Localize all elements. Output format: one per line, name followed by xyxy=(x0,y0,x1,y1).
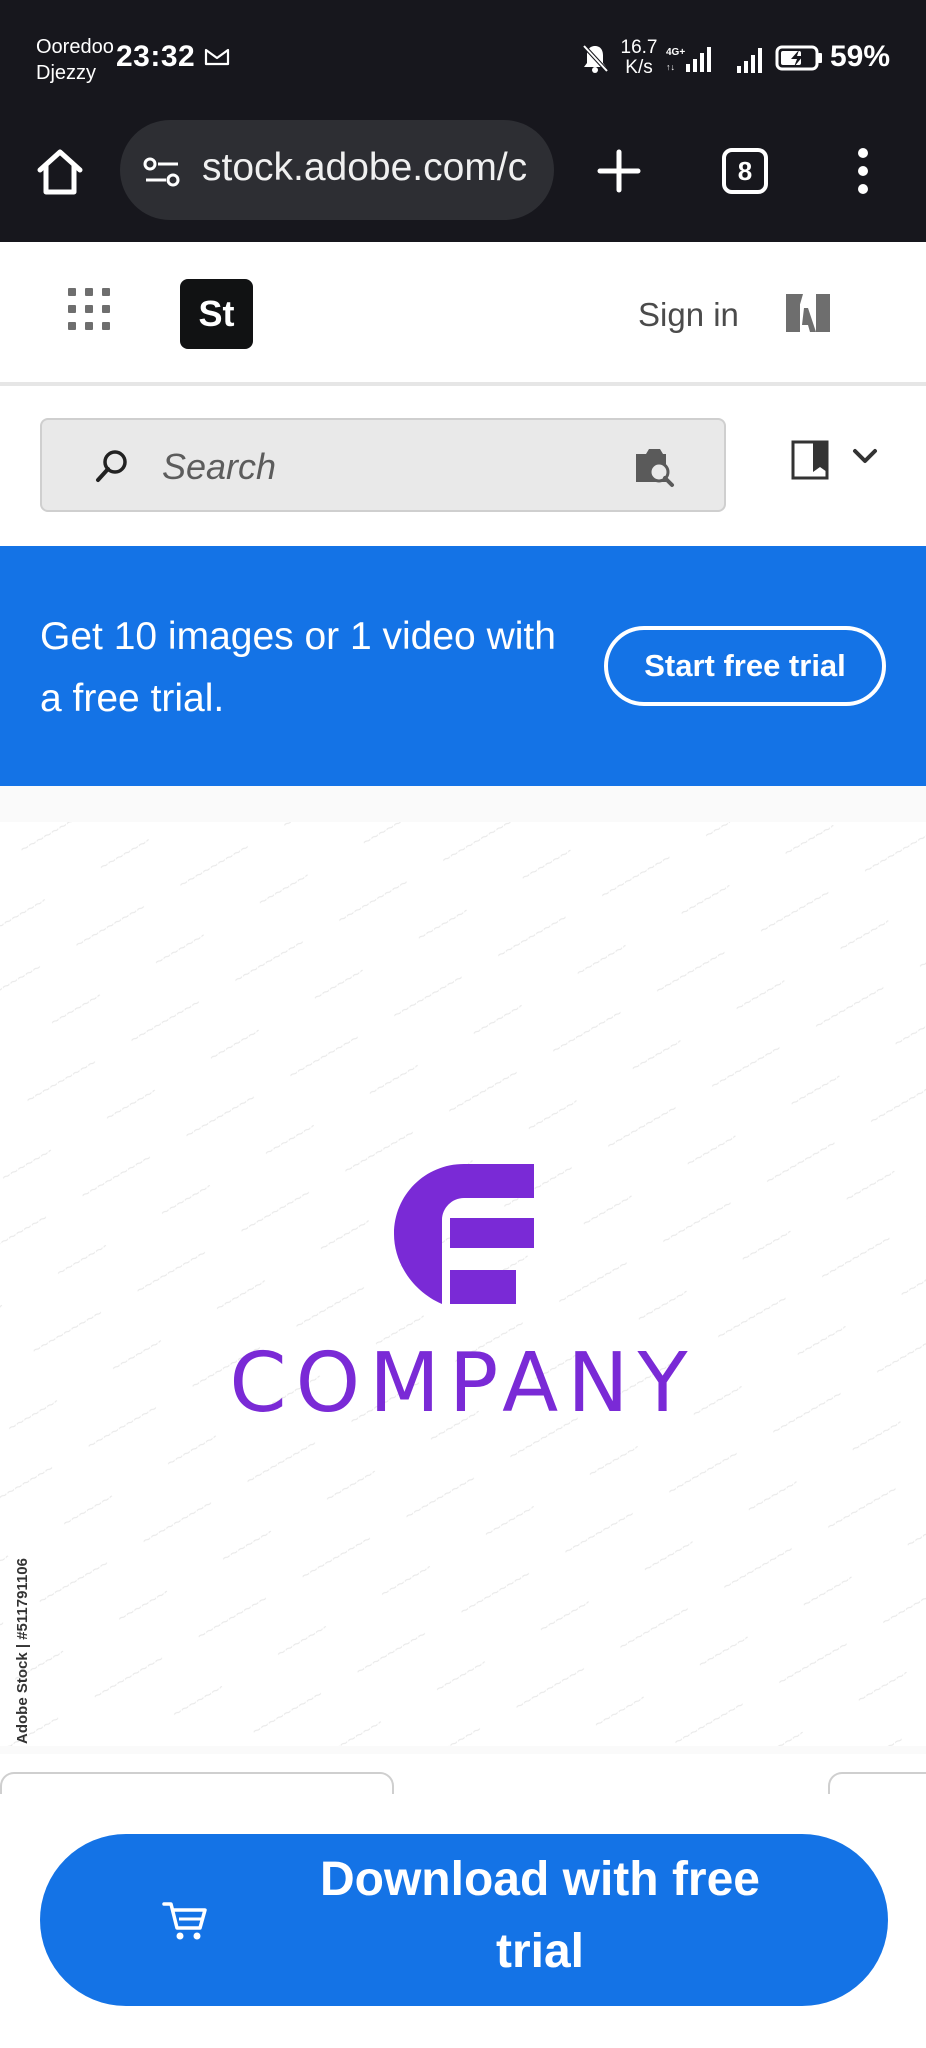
download-button[interactable]: Download with free trial xyxy=(40,1834,888,2006)
adobe-stock-logo[interactable]: St xyxy=(180,279,253,349)
notifications-muted-icon xyxy=(582,44,609,73)
company-wordmark: COMPANY xyxy=(229,1336,697,1431)
promo-text: Get 10 images or 1 video with a free tri… xyxy=(40,615,556,720)
preview-image[interactable]: ~~~~~~~~~ ~~~~~~~~~ COMPANY xyxy=(0,822,926,1746)
battery-charging-icon xyxy=(775,45,822,71)
carrier-1: Ooredoo xyxy=(36,36,114,58)
visual-search-icon[interactable] xyxy=(632,444,676,488)
site-header: St Sign in xyxy=(0,242,926,386)
search-icon xyxy=(96,450,127,482)
browser-toolbar: stock.adobe.com/c 8 xyxy=(0,118,926,242)
signal-4g-icon: 4G+ ↑↓ xyxy=(666,47,711,72)
company-logo-mark xyxy=(394,1164,534,1304)
status-bar: Ooredoo Djezzy 23:32 16.7 K/s 4G+ ↑↓ 59% xyxy=(0,0,926,118)
search-row: Search xyxy=(0,386,926,546)
download-button-label[interactable]: Download with free trial xyxy=(280,1844,800,1988)
search-input[interactable]: Search xyxy=(40,418,726,512)
signal-sim2-icon xyxy=(737,48,762,73)
search-placeholder[interactable]: Search xyxy=(162,446,276,488)
clock: 23:32 xyxy=(116,40,196,73)
cart-icon xyxy=(162,1902,207,1940)
net-speed-value: 16.7 xyxy=(620,37,658,58)
address-bar[interactable]: stock.adobe.com/c xyxy=(120,120,554,220)
asset-preview: ~~~~~~~~~ ~~~~~~~~~ COMPANY xyxy=(0,786,926,1754)
chevron-down-icon[interactable] xyxy=(852,448,878,466)
site-settings-icon[interactable] xyxy=(142,156,182,188)
free-trial-banner: Get 10 images or 1 video with a free tri… xyxy=(0,546,926,786)
start-free-trial-button[interactable]: Start free trial xyxy=(604,626,886,706)
carrier-2: Djezzy xyxy=(36,62,97,84)
sign-in-link[interactable]: Sign in xyxy=(638,296,739,334)
adobe-logo-icon[interactable] xyxy=(786,294,830,332)
home-icon[interactable] xyxy=(34,146,86,198)
svg-text:↑↓: ↑↓ xyxy=(666,62,675,72)
new-tab-icon[interactable] xyxy=(596,148,642,194)
network-type-label: 4G+ xyxy=(666,47,685,58)
net-speed-unit: K/s xyxy=(625,57,653,78)
tab-switcher-button[interactable]: 8 xyxy=(722,148,768,194)
url-text[interactable]: stock.adobe.com/c xyxy=(202,146,542,190)
network-speed: 16.7 K/s xyxy=(616,38,662,78)
app-switcher-icon[interactable] xyxy=(68,288,110,330)
more-options-icon[interactable] xyxy=(856,146,870,196)
download-bar: Download with free trial xyxy=(0,1794,926,2048)
battery-percent: 59% xyxy=(830,40,891,73)
asset-credit: Adobe Stock | #511791106 xyxy=(14,1558,31,1744)
libraries-icon[interactable] xyxy=(790,438,834,482)
carrier-names: Ooredoo Djezzy xyxy=(36,34,114,86)
gmail-icon xyxy=(204,48,230,66)
